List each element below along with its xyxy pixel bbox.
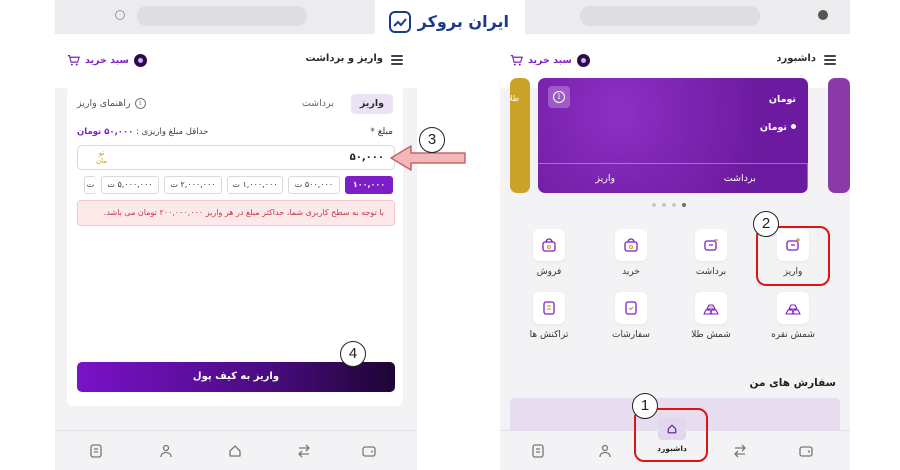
- pager-dot-active[interactable]: [682, 203, 686, 207]
- wallet-nav-icon[interactable]: [361, 443, 377, 459]
- wallet-actions: واریز برداشت: [538, 163, 808, 193]
- next-wallet-card-peek[interactable]: [828, 78, 850, 193]
- deposit-guide-label: راهنمای واریز: [77, 98, 131, 109]
- gold-bar-icon: [703, 304, 719, 315]
- transactions-icon: [543, 301, 555, 315]
- action-label: خرید: [622, 267, 640, 277]
- orders-nav-icon[interactable]: [88, 443, 104, 459]
- home-nav-icon[interactable]: [227, 443, 243, 459]
- amount-unit-line1: تو: [98, 149, 105, 157]
- pager-dot[interactable]: [672, 203, 676, 207]
- cart-label: سبد خرید: [528, 54, 572, 66]
- amount-value: ۵۰,۰۰۰: [349, 152, 384, 163]
- browser-toolbar: [500, 0, 850, 34]
- quick-amount-chip[interactable]: ۵۰۰,۰۰۰ ت: [288, 176, 340, 194]
- cart-count-icon: [133, 53, 147, 67]
- step-badge-3: 3: [419, 127, 445, 153]
- info-icon: i: [553, 91, 565, 103]
- max-deposit-warning: با توجه به سطح کاربری شما، حداکثر مبلغ د…: [77, 200, 395, 226]
- url-bar[interactable]: [580, 6, 760, 26]
- quick-amounts: ۱۰۰,۰۰۰ ۵۰۰,۰۰۰ ت ۱,۰۰۰,۰۰۰ ت ۲,۰۰۰,۰۰۰ …: [84, 176, 393, 194]
- wallet-deposit-button[interactable]: واریز: [538, 164, 673, 193]
- action-label: تراکنش ها: [529, 330, 569, 340]
- gold-card-label: طلا: [510, 94, 520, 103]
- profile-dot-icon[interactable]: [818, 10, 828, 20]
- tab-withdraw[interactable]: برداشت: [293, 94, 343, 114]
- action-buy[interactable]: خرید: [600, 229, 662, 285]
- wallet-nav-icon[interactable]: [798, 443, 814, 459]
- browser-toolbar: [55, 0, 417, 34]
- silver-bar-icon: [785, 304, 801, 315]
- my-orders-title: سفارش های من: [749, 377, 836, 389]
- deposit-guide-link[interactable]: i راهنمای واریز: [77, 98, 146, 109]
- amount-unit: تو مان: [96, 149, 107, 165]
- iranbroker-logo: ایران بروکر: [375, 0, 525, 46]
- menu-icon[interactable]: [391, 55, 403, 65]
- gold-wallet-card-peek[interactable]: طلا: [510, 78, 530, 193]
- bottom-navigation: [55, 430, 417, 470]
- min-amount-value: ۵۰,۰۰۰ تومان: [77, 127, 134, 137]
- wallet-currency-item: تومان: [760, 122, 796, 133]
- action-label: شمش نقره: [771, 330, 815, 340]
- pager-dot[interactable]: [662, 203, 666, 207]
- app-header: واریز و برداشت سبد خرید: [55, 34, 417, 88]
- swap-nav-icon[interactable]: [296, 443, 312, 459]
- action-withdraw[interactable]: برداشت: [680, 229, 742, 285]
- tab-deposit[interactable]: واریز: [350, 94, 393, 114]
- action-gold-bar[interactable]: شمش طلا: [680, 292, 742, 348]
- wallet-info-button[interactable]: i: [548, 86, 570, 108]
- action-orders[interactable]: سفارشات: [600, 292, 662, 348]
- profile-nav-icon[interactable]: [158, 443, 174, 459]
- deposit-to-wallet-button[interactable]: واریز به کیف پول: [77, 362, 395, 392]
- step-badge-4: 4: [340, 341, 366, 367]
- page-title: واریز و برداشت: [305, 53, 383, 64]
- cart-icon: [510, 54, 523, 66]
- pager-dot[interactable]: [652, 203, 656, 207]
- min-amount-hint: حداقل مبلغ واریزی : ۵۰,۰۰۰ تومان: [77, 127, 208, 137]
- logo-text: ایران بروکر: [417, 12, 509, 31]
- bag-sell-icon: [542, 238, 556, 252]
- page-title: داشبورد: [776, 53, 816, 64]
- min-amount-label: حداقل مبلغ واریزی :: [136, 127, 209, 137]
- amount-input[interactable]: ۵۰,۰۰۰ تو مان: [77, 145, 395, 170]
- browser-tab-icon[interactable]: [115, 10, 125, 20]
- step-badge-2: 2: [753, 211, 779, 237]
- wallet-withdraw-icon: [704, 239, 718, 251]
- toman-wallet-card: i تومان تومان واریز برداشت: [538, 78, 808, 193]
- orders-nav-icon[interactable]: [530, 443, 546, 459]
- bag-buy-icon: [624, 238, 638, 252]
- amount-unit-line2: مان: [96, 157, 108, 165]
- quick-amount-chip[interactable]: ۵,۰۰۰,۰۰۰ ت: [101, 176, 159, 194]
- cart-label: سبد خرید: [85, 54, 129, 66]
- deposit-tabs: واریز برداشت: [293, 94, 393, 114]
- wallet-withdraw-button[interactable]: برداشت: [673, 164, 808, 193]
- cart-link[interactable]: سبد خرید: [510, 50, 590, 70]
- action-label: برداشت: [695, 267, 727, 277]
- cart-link[interactable]: سبد خرید: [67, 50, 147, 70]
- action-transactions[interactable]: تراکنش ها: [518, 292, 580, 348]
- url-bar[interactable]: [137, 6, 307, 26]
- quick-amount-chip[interactable]: ۲,۰۰۰,۰۰۰ ت: [164, 176, 222, 194]
- action-label: فروش: [536, 267, 562, 277]
- action-sell[interactable]: فروش: [518, 229, 580, 285]
- step-badge-1: 1: [632, 393, 658, 419]
- carousel-pager: [652, 203, 686, 207]
- menu-icon[interactable]: [824, 55, 836, 65]
- chart-trend-icon: [389, 11, 411, 33]
- quick-amount-chip[interactable]: ۱,۰۰۰,۰۰۰ ت: [227, 176, 283, 194]
- orders-icon: [625, 301, 637, 315]
- swap-nav-icon[interactable]: [732, 443, 748, 459]
- action-label: سفارشات: [612, 330, 650, 340]
- wallet-currency-title: تومان: [768, 94, 796, 105]
- profile-nav-icon[interactable]: [597, 443, 613, 459]
- cart-icon: [67, 54, 80, 66]
- cart-count-icon: [576, 53, 590, 67]
- amount-label: مبلغ *: [370, 127, 393, 137]
- info-icon: i: [134, 98, 146, 109]
- action-silver-bar[interactable]: شمش نقره: [762, 292, 824, 348]
- action-label: شمش طلا: [691, 330, 731, 340]
- left-phone-screen: واریز و برداشت سبد خرید واریز برداشت i ر…: [55, 0, 417, 470]
- quick-amount-chip[interactable]: ۱۰۰,۰۰۰: [345, 176, 393, 194]
- quick-amount-chip[interactable]: ت: [84, 176, 96, 194]
